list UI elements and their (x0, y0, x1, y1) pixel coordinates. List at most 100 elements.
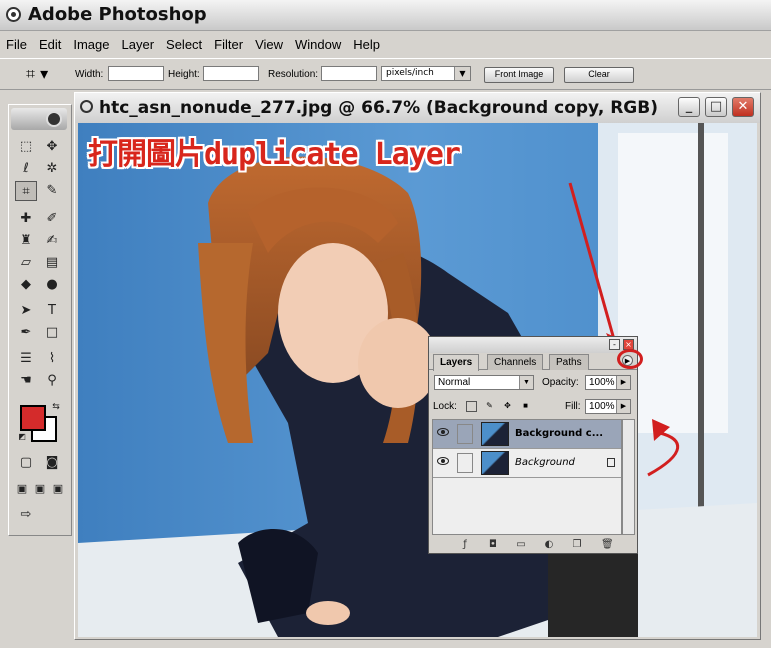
palette-minimize-button[interactable]: - (609, 339, 620, 350)
adjustment-layer-icon[interactable]: ◐ (543, 539, 555, 550)
resolution-units-select[interactable]: pixels/inch ▼ (381, 66, 471, 81)
swap-colors-icon[interactable]: ⇆ (45, 397, 67, 417)
document-title: htc_asn_nonude_277.jpg @ 66.7% (Backgrou… (99, 98, 658, 118)
blur-tool-icon[interactable]: ◆ (15, 275, 37, 295)
new-set-icon[interactable]: ▭ (515, 539, 527, 550)
lock-transparency-icon[interactable] (466, 401, 477, 412)
layer-name: Background (515, 457, 575, 468)
fill-value: 100% (589, 401, 615, 412)
layer-row-background-copy[interactable]: Background c... (433, 420, 621, 449)
lock-position-icon[interactable]: ✥ (502, 401, 513, 412)
photoshop-logo-icon (6, 7, 21, 22)
layer-list-scrollbar[interactable] (622, 419, 635, 535)
brush-tool-icon[interactable]: ✐ (41, 209, 63, 229)
magic-wand-tool-icon[interactable]: ✲ (41, 159, 63, 179)
type-tool-icon[interactable]: T (41, 301, 63, 321)
adobe-eye-icon (46, 111, 62, 127)
lock-icon (607, 458, 615, 467)
annotation-circle (617, 349, 643, 369)
width-field[interactable] (108, 66, 164, 81)
layer-list: Background c... Background (432, 419, 622, 535)
palette-title-bar[interactable]: - × (429, 337, 637, 353)
image-canvas[interactable]: 打開圖片duplicate Layer (78, 123, 757, 637)
chevron-down-icon: ▼ (519, 376, 533, 389)
move-tool-icon[interactable]: ✥ (41, 137, 63, 157)
fill-label: Fill: (565, 401, 581, 412)
crop-tool-preset-icon[interactable]: ⌗ ▾ (26, 64, 60, 84)
hand-tool-icon[interactable]: ☚ (15, 371, 37, 391)
toolbox-header[interactable] (11, 108, 67, 130)
layer-row-background[interactable]: Background (433, 449, 621, 478)
jump-to-imageready-icon[interactable]: ⇨ (15, 505, 37, 525)
tab-channels[interactable]: Channels (487, 354, 544, 370)
pen-tool-icon[interactable]: ✒ (15, 323, 37, 343)
tab-layers[interactable]: Layers (433, 354, 480, 371)
lock-all-icon[interactable]: ■ (520, 401, 531, 412)
menu-file[interactable]: File (0, 35, 33, 52)
resolution-field[interactable] (321, 66, 377, 81)
healing-brush-tool-icon[interactable]: ✚ (15, 209, 37, 229)
document-window: htc_asn_nonude_277.jpg @ 66.7% (Backgrou… (74, 92, 761, 640)
visibility-eye-icon[interactable] (437, 428, 449, 436)
title-bar: Adobe Photoshop (0, 0, 771, 31)
clear-button[interactable]: Clear (564, 67, 634, 83)
layer-mask-icon[interactable]: ◘ (487, 539, 499, 550)
blend-mode-value: Normal (438, 377, 471, 388)
menu-view[interactable]: View (249, 35, 289, 52)
options-bar: ⌗ ▾ Width: Height: Resolution: pixels/in… (0, 58, 771, 90)
menu-edit[interactable]: Edit (33, 35, 67, 52)
document-title-bar[interactable]: htc_asn_nonude_277.jpg @ 66.7% (Backgrou… (75, 93, 760, 123)
gradient-tool-icon[interactable]: ▤ (41, 253, 63, 273)
height-label: Height: (168, 69, 200, 80)
history-brush-tool-icon[interactable]: ✍ (41, 231, 63, 251)
foreground-color-swatch[interactable] (20, 405, 46, 431)
layer-style-icon[interactable]: ƒ (459, 539, 471, 550)
screen-mode-full-icon[interactable]: ▣ (47, 479, 69, 499)
trash-icon[interactable]: 🗑 (601, 539, 614, 550)
visibility-eye-icon[interactable] (437, 457, 449, 465)
menu-bar: File Edit Image Layer Select Filter View Window… (0, 35, 771, 55)
brush-link-icon[interactable] (457, 424, 473, 444)
fill-field[interactable]: 100% ▶ (585, 399, 631, 414)
quick-mask-mode-icon[interactable]: ◙ (41, 453, 63, 473)
menu-layer[interactable]: Layer (116, 35, 161, 52)
tab-paths[interactable]: Paths (549, 354, 589, 370)
resolution-units-value: pixels/inch (386, 68, 434, 78)
menu-select[interactable]: Select (160, 35, 208, 52)
crop-tool-icon[interactable]: ⌗ (15, 181, 37, 201)
toolbox: ⬚ ✥ ℓ ✲ ⌗ ✎ ✚ ✐ ♜ ✍ ▱ ▤ ◆ ● ➤ T ✒ □ ☰ ⌇ … (8, 104, 72, 536)
layer-name: Background c... (515, 428, 604, 439)
height-field[interactable] (203, 66, 259, 81)
path-selection-tool-icon[interactable]: ➤ (15, 301, 37, 321)
dodge-tool-icon[interactable]: ● (41, 275, 63, 295)
layer-thumbnail (481, 422, 509, 446)
menu-help[interactable]: Help (347, 35, 386, 52)
menu-filter[interactable]: Filter (208, 35, 249, 52)
front-image-button[interactable]: Front Image (484, 67, 554, 83)
width-label: Width: (75, 69, 104, 80)
close-button[interactable]: ✕ (732, 97, 754, 117)
opacity-value: 100% (589, 377, 615, 388)
opacity-field[interactable]: 100% ▶ (585, 375, 631, 390)
maximize-button[interactable]: □ (705, 97, 727, 117)
photoshop-window: Adobe Photoshop File Edit Image Layer Select… (0, 0, 771, 648)
blend-mode-select[interactable]: Normal ▼ (434, 375, 534, 390)
marquee-tool-icon[interactable]: ⬚ (15, 137, 37, 157)
shape-tool-icon[interactable]: □ (41, 323, 63, 343)
opacity-label: Opacity: (542, 377, 579, 388)
link-icon[interactable] (457, 453, 473, 473)
menu-window[interactable]: Window (289, 35, 347, 52)
new-layer-icon[interactable]: ❐ (571, 539, 583, 550)
lasso-tool-icon[interactable]: ℓ (15, 159, 37, 179)
fill-slider-arrow-icon: ▶ (616, 400, 630, 413)
clone-stamp-tool-icon[interactable]: ♜ (15, 231, 37, 251)
standard-mode-icon[interactable]: ▢ (15, 453, 37, 473)
menu-image[interactable]: Image (67, 35, 115, 52)
minimize-button[interactable]: _ (678, 97, 700, 117)
notes-tool-icon[interactable]: ☰ (15, 349, 37, 369)
eraser-tool-icon[interactable]: ▱ (15, 253, 37, 273)
lock-pixels-icon[interactable]: ✎ (484, 401, 495, 412)
eyedropper-tool-icon[interactable]: ⌇ (41, 349, 63, 369)
zoom-tool-icon[interactable]: ⚲ (41, 371, 63, 391)
slice-tool-icon[interactable]: ✎ (41, 181, 63, 201)
